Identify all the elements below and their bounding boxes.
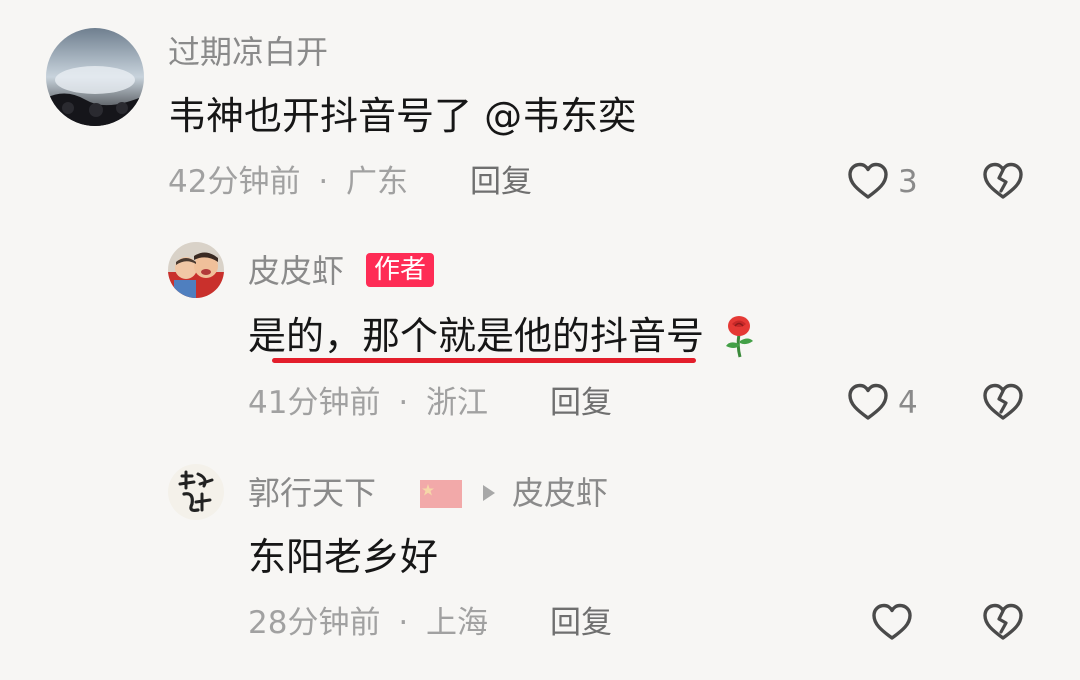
comment-location: 广东 [346,164,409,200]
comment-time: 28分钟前 [248,605,381,641]
comment-location: 浙江 [426,385,489,421]
heart-outline-icon[interactable] [871,602,913,642]
reply-button[interactable]: 回复 [550,605,612,641]
comment-username[interactable]: 郭行天下 [248,475,376,511]
broken-heart-icon[interactable] [981,161,1025,201]
heart-outline-icon[interactable] [847,161,889,201]
broken-heart-icon[interactable] [981,602,1025,642]
comment-username[interactable]: 皮皮虾 [248,253,344,289]
comment-text: 是的，那个就是他的抖音号 [248,314,758,367]
reply-button[interactable]: 回复 [470,164,532,200]
comment-text-content: 是的，那个就是他的抖音号 [248,314,705,358]
rose-icon [720,314,758,367]
comment-time: 41分钟前 [248,385,381,421]
comment-text: 东阳老乡好 [248,535,439,579]
comment-location: 上海 [426,605,489,641]
reply-arrow-icon [481,482,497,504]
separator-dot: · [398,605,409,641]
comment-time: 42分钟前 [168,164,301,200]
separator-dot: · [318,164,329,200]
avatar[interactable] [168,242,224,298]
heart-outline-icon[interactable] [847,382,889,422]
broken-heart-icon[interactable] [981,382,1025,422]
author-badge: 作者 [366,253,435,287]
separator-dot: · [398,385,409,421]
like-count: 4 [898,385,918,421]
avatar[interactable] [46,28,144,126]
like-count: 3 [898,164,918,200]
comment-meta: 28分钟前 · 上海 [248,605,488,641]
comment-meta: 41分钟前 · 浙江 [248,385,488,421]
comment-username[interactable]: 过期凉白开 [168,34,328,70]
avatar[interactable] [168,464,224,520]
china-flag-icon [420,480,462,508]
reply-button[interactable]: 回复 [550,385,612,421]
comment-meta: 42分钟前 · 广东 [168,164,408,200]
comment-text: 韦神也开抖音号了 @韦东奕 [168,94,637,138]
reply-to-username[interactable]: 皮皮虾 [512,475,608,511]
